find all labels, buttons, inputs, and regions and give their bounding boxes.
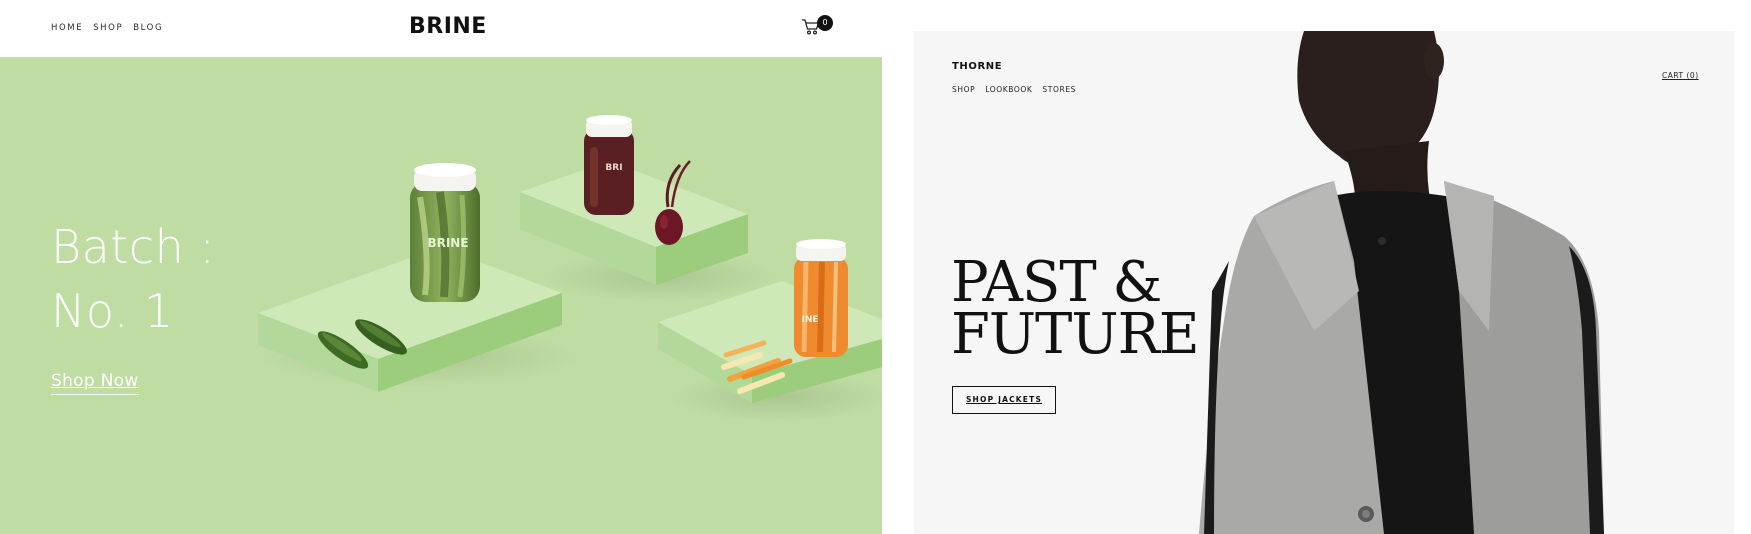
shop-jackets-button[interactable]: SHOP JACKETS <box>952 386 1056 414</box>
svg-text:INE: INE <box>801 315 818 325</box>
svg-text:BRINE: BRINE <box>427 236 468 250</box>
brine-header: HOME SHOP BLOG BRINE 0 <box>0 0 882 57</box>
nav-home[interactable]: HOME <box>51 23 83 33</box>
nav-blog[interactable]: BLOG <box>133 23 163 33</box>
hero-title: Batch : No. 1 <box>51 215 215 343</box>
cart-button[interactable]: 0 <box>801 15 835 37</box>
hero-title-line-2: No. 1 <box>51 284 174 338</box>
thorne-cart-link[interactable]: CART (0) <box>1662 71 1699 80</box>
brine-site-preview: HOME SHOP BLOG BRINE 0 BRINE BRI INE Bat… <box>0 0 882 534</box>
nav-stores[interactable]: STORES <box>1042 85 1076 94</box>
shop-now-link[interactable]: Shop Now <box>51 371 139 395</box>
brine-logo[interactable]: BRINE <box>409 14 487 39</box>
beet-jar: BRI <box>584 115 634 215</box>
carrot-jar: INE <box>794 239 848 357</box>
nav-lookbook[interactable]: LOOKBOOK <box>985 85 1032 94</box>
nav-shop[interactable]: SHOP <box>93 23 123 33</box>
thorne-logo[interactable]: THORNE <box>952 61 1002 72</box>
brine-nav: HOME SHOP BLOG <box>51 23 163 33</box>
brine-hero: BRINE BRI INE Batch: No. 1 Shop Now <box>0 57 882 534</box>
thorne-nav: SHOP LOOKBOOK STORES <box>952 85 1076 94</box>
cart-count-badge: 0 <box>817 15 833 31</box>
hero-title-line-1: Batch : <box>51 220 216 274</box>
pickle-jar: BRINE <box>410 163 480 302</box>
headline-line-2: FUTURE <box>951 302 1200 367</box>
thorne-site-preview: THORNE SHOP LOOKBOOK STORES CART (0) PAS… <box>914 31 1734 534</box>
svg-text:BRI: BRI <box>605 163 622 173</box>
panel-divider <box>882 0 914 534</box>
thorne-headline: PAST & FUTURE <box>951 255 1200 367</box>
nav-shop[interactable]: SHOP <box>952 85 975 94</box>
